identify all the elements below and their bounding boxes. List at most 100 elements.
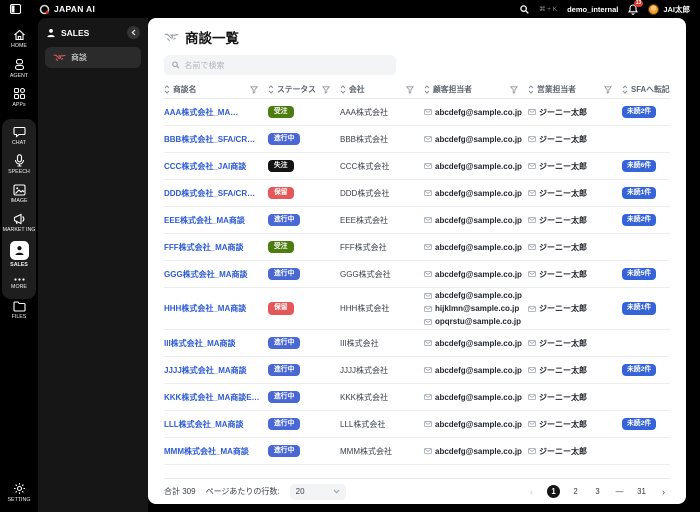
deal-name-link[interactable]: EEE株式会社_MA商談	[164, 216, 245, 225]
deal-name-link[interactable]: GGG株式会社_MA商談	[164, 270, 248, 279]
column-header-status[interactable]: ステータス	[268, 84, 340, 95]
avatar	[648, 3, 660, 15]
pagination: ‹ 1 2 3 — 31 ›	[525, 485, 670, 498]
deal-name-link[interactable]: HHH株式会社_MA商談	[164, 304, 246, 313]
rail-item-setting[interactable]: SETTING	[2, 482, 36, 504]
mail-icon	[424, 292, 432, 299]
sidebar-item-deals[interactable]: 商談	[45, 47, 141, 68]
rail-item-chat[interactable]: CHAT	[2, 126, 36, 147]
prev-page-button[interactable]: ‹	[525, 485, 538, 498]
table-row[interactable]: DDD株式会社_SFA/CR… 保留 DDD株式会社 abcdefg@sampl…	[164, 180, 670, 207]
deal-name-link[interactable]: DDD株式会社_SFA/CR…	[164, 189, 255, 198]
filter-funnel-icon[interactable]	[322, 85, 330, 94]
table-row[interactable]: JJJJ株式会社_MA商談 進行中 JJJJ株式会社 abcdefg@sampl…	[164, 357, 670, 384]
contacts-cell: abcdefg@sample.co.jp hijklmn@sample.co.j…	[424, 291, 528, 326]
deal-name-link[interactable]: CCC株式会社_JAI商談	[164, 162, 246, 171]
app-logo: JAPAN AI	[39, 4, 95, 15]
unread-badge[interactable]: 未読5件	[622, 267, 657, 281]
contacts-cell: abcdefg@sample.co.jp	[424, 216, 528, 225]
sidebar-toggle-icon[interactable]	[10, 4, 21, 14]
deal-name-link[interactable]: LLL株式会社_MA商談	[164, 420, 244, 429]
mail-icon	[528, 448, 536, 454]
mail-icon	[424, 448, 432, 454]
deal-name-link[interactable]: KKK株式会社_MA商談E…	[164, 393, 260, 402]
rail-item-files[interactable]: FILES	[2, 301, 36, 321]
contact-email: abcdefg@sample.co.jp	[435, 365, 522, 375]
column-header-customer-contact[interactable]: 顧客担当者	[424, 84, 528, 95]
workspace-selector[interactable]: demo_internal	[567, 5, 618, 14]
column-header-company[interactable]: 会社	[340, 84, 424, 95]
column-header-sales-rep[interactable]: 営業担当者	[528, 84, 622, 95]
sales-rep-cell: ジーニー太郎	[528, 269, 622, 280]
next-page-button[interactable]: ›	[657, 485, 670, 498]
rail-item-sales[interactable]: SALES	[2, 241, 36, 269]
unread-badge[interactable]: 未読2件	[622, 105, 657, 119]
rail-item-agent[interactable]: AGENT	[2, 58, 36, 80]
sort-icon	[424, 85, 430, 94]
filter-funnel-icon[interactable]	[604, 85, 612, 94]
filter-funnel-icon[interactable]	[510, 85, 518, 94]
contacts-cell: abcdefg@sample.co.jp	[424, 447, 528, 456]
sales-person-icon	[15, 246, 23, 256]
unread-badge[interactable]: 未読1件	[622, 302, 657, 315]
mail-icon	[424, 109, 432, 115]
table-row[interactable]: HHH株式会社_MA商談 保留 HHH株式会社 abcdefg@sample.c…	[164, 288, 670, 330]
filter-funnel-icon[interactable]	[406, 85, 414, 94]
rail-item-home[interactable]: HOME	[2, 29, 36, 50]
rail-item-image[interactable]: IMAGE	[2, 184, 36, 205]
rail-item-more[interactable]: MORE	[2, 277, 36, 291]
mail-icon	[424, 367, 432, 373]
filter-funnel-icon[interactable]	[250, 85, 258, 94]
table-row[interactable]: AAA株式会社_MA… 受注 AAA株式会社 abcdefg@sample.co…	[164, 99, 670, 126]
notifications-button[interactable]: 13	[628, 0, 644, 15]
table-row[interactable]: FFF株式会社_MA商談 受注 FFF株式会社 abcdefg@sample.c…	[164, 234, 670, 261]
search-icon[interactable]	[520, 4, 529, 14]
unread-badge[interactable]: 未読2件	[622, 363, 657, 377]
sort-icon	[528, 85, 534, 94]
deal-name-link[interactable]: AAA株式会社_MA…	[164, 108, 238, 117]
pagination-ellipsis[interactable]: —	[613, 485, 626, 498]
rail-item-speech[interactable]: SPEECH	[2, 154, 36, 176]
unread-badge[interactable]: 未読2件	[622, 417, 657, 431]
sales-rep-cell: ジーニー太郎	[528, 446, 622, 457]
mail-icon	[528, 244, 536, 250]
page-button-3[interactable]: 3	[591, 485, 604, 498]
status-badge: 進行中	[268, 390, 301, 404]
table-row[interactable]: MMM株式会社_MA商談 進行中 MMM株式会社 abcdefg@sample.…	[164, 438, 670, 465]
unread-badge[interactable]: 未読1件	[622, 186, 657, 200]
unread-badge[interactable]: 未読6件	[622, 159, 657, 173]
table-row[interactable]: EEE株式会社_MA商談 進行中 EEE株式会社 abcdefg@sample.…	[164, 207, 670, 234]
contact-email: abcdefg@sample.co.jp	[435, 215, 522, 225]
column-header-deal-name[interactable]: 商談名	[164, 84, 268, 95]
mail-icon	[424, 318, 432, 325]
deal-name-link[interactable]: MMM株式会社_MA商談	[164, 447, 249, 456]
table-row[interactable]: GGG株式会社_MA商談 進行中 GGG株式会社 abcdefg@sample.…	[164, 261, 670, 288]
user-menu[interactable]: JAI太郎	[648, 3, 690, 15]
deal-name-link[interactable]: FFF株式会社_MA商談	[164, 243, 244, 252]
deal-name-link[interactable]: III株式会社_MA商談	[164, 339, 236, 348]
search-input[interactable]	[184, 60, 388, 70]
nav-rail-group: CHAT SPEECH IMAGE MARKET ING SALES MORE	[2, 118, 36, 300]
rail-item-marketing[interactable]: MARKET ING	[2, 213, 36, 234]
unread-badge[interactable]: 未読2件	[622, 213, 657, 227]
status-badge: 保留	[268, 186, 294, 200]
collapse-sidebar-button[interactable]	[127, 26, 140, 39]
rows-per-page-select[interactable]: 20	[289, 483, 346, 500]
table-row[interactable]: CCC株式会社_JAI商談 失注 CCC株式会社 abcdefg@sample.…	[164, 153, 670, 180]
page-button-31[interactable]: 31	[635, 485, 648, 498]
table-row[interactable]: BBB株式会社_SFA/CR… 進行中 BBB株式会社 abcdefg@samp…	[164, 126, 670, 153]
deal-name-link[interactable]: JJJJ株式会社_MA商談	[164, 366, 247, 375]
sidebar-item-label: 商談	[71, 53, 87, 62]
deal-name-link[interactable]: BBB株式会社_SFA/CR…	[164, 135, 255, 144]
page-button-2[interactable]: 2	[569, 485, 582, 498]
mail-icon	[528, 367, 536, 373]
column-header-sfa-transfer[interactable]: SFAへ転記	[622, 84, 670, 95]
rail-item-apps[interactable]: APPs	[2, 87, 36, 109]
search-icon	[172, 61, 180, 69]
sales-rep-name: ジーニー太郎	[539, 392, 587, 402]
table-row[interactable]: LLL株式会社_MA商談 進行中 LLL株式会社 abcdefg@sample.…	[164, 411, 670, 438]
table-row[interactable]: KKK株式会社_MA商談E… 進行中 KKK株式会社 abcdefg@sampl…	[164, 384, 670, 411]
page-button-1[interactable]: 1	[547, 485, 560, 498]
sales-active-tile	[9, 241, 29, 261]
table-row[interactable]: III株式会社_MA商談 進行中 III株式会社 abcdefg@sample.…	[164, 330, 670, 357]
